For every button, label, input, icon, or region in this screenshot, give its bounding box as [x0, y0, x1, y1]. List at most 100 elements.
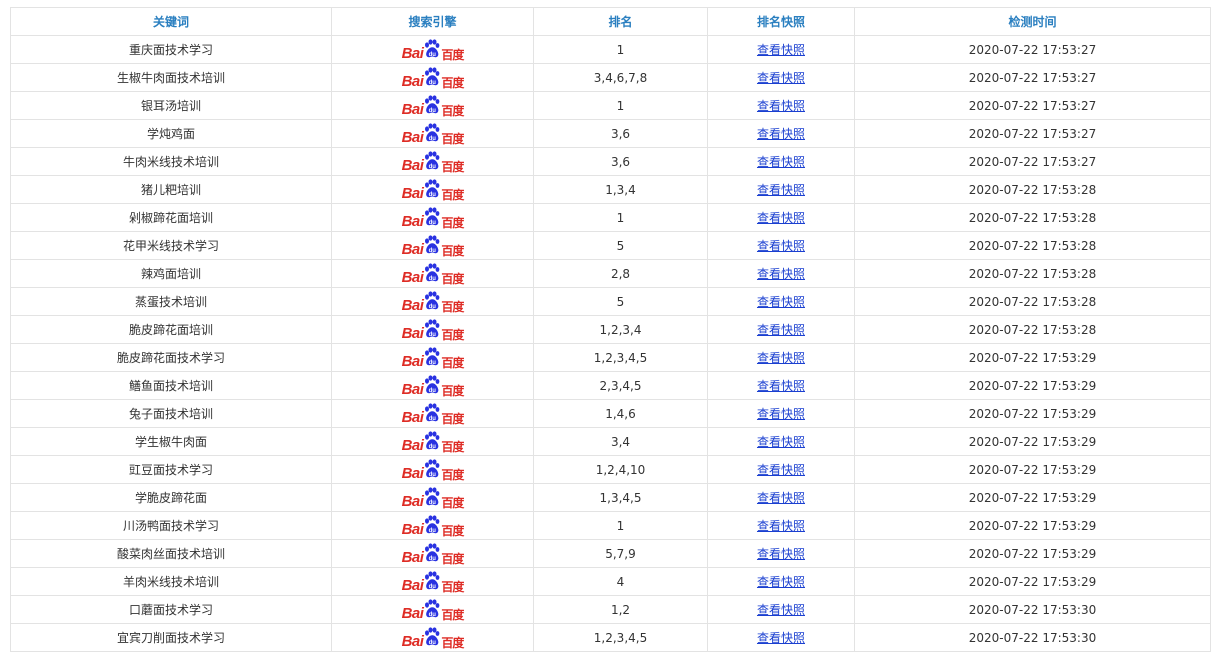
keyword-cell: 剁椒蹄花面培训 — [10, 203, 332, 232]
header-rank: 排名 — [533, 7, 708, 36]
snapshot-cell: 查看快照 — [707, 147, 855, 176]
view-snapshot-link[interactable]: 查看快照 — [757, 323, 805, 337]
view-snapshot-link[interactable]: 查看快照 — [757, 71, 805, 85]
table-row: 学生椒牛肉面 Bai du 百度 3,4 查看快照 2020-07-22 17:… — [10, 427, 1211, 456]
view-snapshot-link[interactable]: 查看快照 — [757, 379, 805, 393]
view-snapshot-link[interactable]: 查看快照 — [757, 183, 805, 197]
baidu-logo-bai: Bai — [401, 100, 424, 118]
check-time-cell: 2020-07-22 17:53:28 — [854, 287, 1211, 316]
rank-cell: 3,4,6,7,8 — [533, 63, 708, 92]
baidu-logo: Bai du 百度 — [402, 290, 464, 313]
baidu-logo-cn: 百度 — [441, 159, 464, 174]
rank-cell: 1 — [533, 511, 708, 540]
baidu-logo: Bai du 百度 — [402, 486, 464, 509]
search-engine-cell: Bai du 百度 — [331, 399, 534, 428]
snapshot-cell: 查看快照 — [707, 287, 855, 316]
baidu-logo-cn: 百度 — [441, 355, 464, 370]
keyword-cell: 脆皮蹄花面技术学习 — [10, 343, 332, 372]
table-row: 学脆皮蹄花面 Bai du 百度 1,3,4,5 查看快照 2020-07-22… — [10, 483, 1211, 512]
snapshot-cell: 查看快照 — [707, 315, 855, 344]
search-engine-cell: Bai du 百度 — [331, 231, 534, 260]
view-snapshot-link[interactable]: 查看快照 — [757, 267, 805, 281]
svg-text:du: du — [429, 80, 437, 86]
baidu-logo-bai: Bai — [401, 44, 424, 62]
view-snapshot-link[interactable]: 查看快照 — [757, 463, 805, 477]
baidu-logo-cn: 百度 — [441, 579, 464, 594]
baidu-logo: Bai du 百度 — [402, 542, 464, 565]
view-snapshot-link[interactable]: 查看快照 — [757, 99, 805, 113]
baidu-logo: Bai du 百度 — [402, 430, 464, 454]
view-snapshot-link[interactable]: 查看快照 — [757, 239, 805, 253]
table-row: 重庆面技术学习 Bai du 百度 1 查看快照 2020-07-22 17:5… — [10, 35, 1211, 64]
table-row: 豇豆面技术学习 Bai du 百度 1,2,4,10 查看快照 2020-07-… — [10, 455, 1211, 484]
rank-cell: 1,3,4 — [533, 175, 708, 204]
rank-cell: 1,2,4,10 — [533, 455, 708, 484]
view-snapshot-link[interactable]: 查看快照 — [757, 211, 805, 225]
view-snapshot-link[interactable]: 查看快照 — [757, 603, 805, 617]
baidu-paw-icon: du — [425, 542, 440, 562]
baidu-logo-bai: Bai — [401, 324, 424, 342]
rank-cell: 3,6 — [533, 119, 708, 148]
check-time-cell: 2020-07-22 17:53:30 — [854, 595, 1211, 624]
view-snapshot-link[interactable]: 查看快照 — [757, 519, 805, 533]
rank-cell: 1,4,6 — [533, 399, 708, 428]
view-snapshot-link[interactable]: 查看快照 — [757, 295, 805, 309]
snapshot-cell: 查看快照 — [707, 539, 855, 568]
baidu-paw-icon: du — [425, 38, 440, 58]
view-snapshot-link[interactable]: 查看快照 — [757, 127, 805, 141]
keyword-cell: 酸菜肉丝面技术培训 — [10, 539, 332, 568]
search-engine-cell: Bai du 百度 — [331, 315, 534, 344]
baidu-logo-cn: 百度 — [441, 523, 464, 538]
check-time-cell: 2020-07-22 17:53:27 — [854, 35, 1211, 64]
keyword-cell: 辣鸡面培训 — [10, 259, 332, 288]
view-snapshot-link[interactable]: 查看快照 — [757, 351, 805, 365]
view-snapshot-link[interactable]: 查看快照 — [757, 491, 805, 505]
keyword-cell: 花甲米线技术学习 — [10, 231, 332, 260]
baidu-logo-bai: Bai — [401, 604, 424, 622]
view-snapshot-link[interactable]: 查看快照 — [757, 407, 805, 421]
view-snapshot-link[interactable]: 查看快照 — [757, 547, 805, 561]
baidu-logo: Bai du 百度 — [402, 374, 464, 397]
baidu-logo-cn: 百度 — [441, 243, 464, 258]
view-snapshot-link[interactable]: 查看快照 — [757, 575, 805, 589]
snapshot-cell: 查看快照 — [707, 91, 855, 120]
check-time-cell: 2020-07-22 17:53:27 — [854, 63, 1211, 92]
rank-cell: 5 — [533, 231, 708, 260]
check-time-cell: 2020-07-22 17:53:28 — [854, 315, 1211, 344]
baidu-logo-bai: Bai — [401, 72, 424, 90]
baidu-logo-bai: Bai — [401, 156, 424, 174]
table-row: 猪儿粑培训 Bai du 百度 1,3,4 查看快照 2020-07-22 17… — [10, 175, 1211, 204]
view-snapshot-link[interactable]: 查看快照 — [757, 43, 805, 57]
baidu-paw-icon: du — [425, 290, 440, 310]
svg-text:du: du — [429, 136, 437, 142]
keyword-cell: 豇豆面技术学习 — [10, 455, 332, 484]
view-snapshot-link[interactable]: 查看快照 — [757, 155, 805, 169]
baidu-logo-cn: 百度 — [441, 439, 464, 454]
table-row: 辣鸡面培训 Bai du 百度 2,8 查看快照 2020-07-22 17:5… — [10, 259, 1211, 288]
baidu-logo-bai: Bai — [401, 128, 424, 146]
svg-text:du: du — [429, 164, 437, 170]
baidu-logo-bai: Bai — [401, 268, 424, 286]
svg-text:du: du — [429, 360, 437, 366]
keyword-cell: 川汤鸭面技术学习 — [10, 511, 332, 540]
keyword-cell: 蒸蛋技术培训 — [10, 287, 332, 316]
rank-cell: 1 — [533, 203, 708, 232]
baidu-logo: Bai du 百度 — [401, 38, 464, 62]
keyword-cell: 羊肉米线技术培训 — [10, 567, 332, 596]
baidu-logo-cn: 百度 — [441, 635, 464, 650]
svg-text:du: du — [429, 444, 437, 450]
baidu-logo: Bai du 百度 — [401, 66, 464, 90]
view-snapshot-link[interactable]: 查看快照 — [757, 435, 805, 449]
baidu-paw-icon: du — [425, 346, 440, 366]
check-time-cell: 2020-07-22 17:53:29 — [854, 455, 1211, 484]
baidu-paw-icon: du — [425, 402, 440, 422]
view-snapshot-link[interactable]: 查看快照 — [757, 631, 805, 645]
table-row: 酸菜肉丝面技术培训 Bai du 百度 5,7,9 查看快照 2020-07-2… — [10, 539, 1211, 568]
snapshot-cell: 查看快照 — [707, 231, 855, 260]
check-time-cell: 2020-07-22 17:53:28 — [854, 175, 1211, 204]
ranking-table-container: 关键词 搜索引擎 排名 排名快照 检测时间 重庆面技术学习 Bai du 百度 … — [10, 7, 1211, 652]
snapshot-cell: 查看快照 — [707, 203, 855, 232]
check-time-cell: 2020-07-22 17:53:29 — [854, 539, 1211, 568]
baidu-logo-cn: 百度 — [441, 411, 464, 426]
rank-cell: 1,2,3,4 — [533, 315, 708, 344]
